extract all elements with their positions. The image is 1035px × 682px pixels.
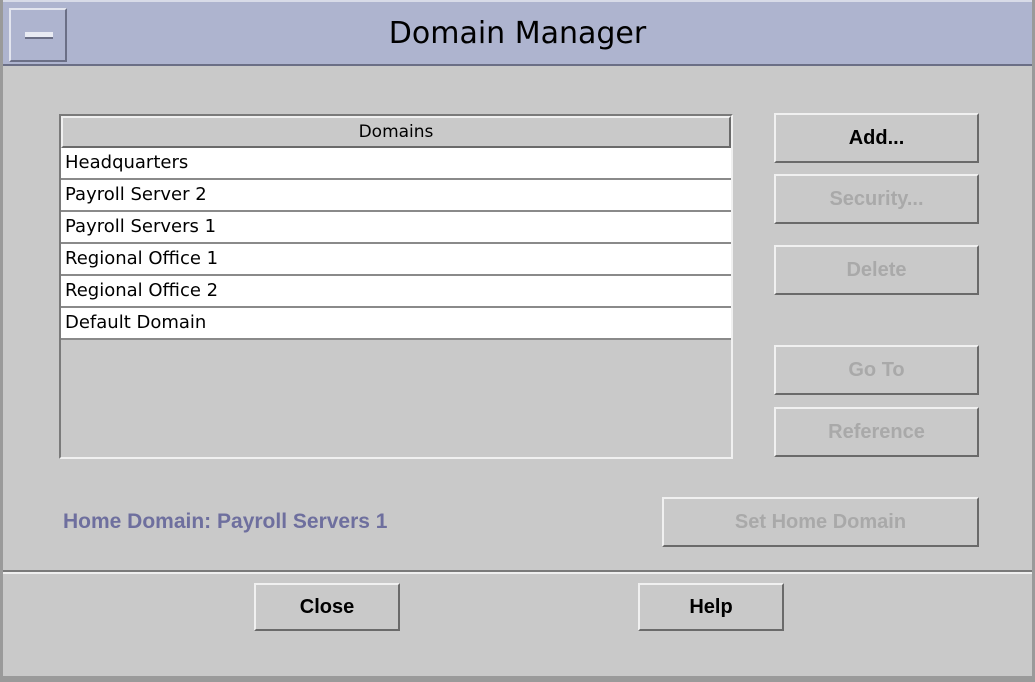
home-domain-label: Home Domain: Payroll Servers 1 bbox=[63, 510, 388, 533]
add-button[interactable]: Add... bbox=[774, 113, 979, 163]
window-frame-bottom bbox=[3, 676, 1032, 682]
list-item[interactable]: Payroll Server 2 bbox=[61, 180, 731, 212]
list-item[interactable]: Default Domain bbox=[61, 308, 731, 340]
close-button[interactable]: Close bbox=[254, 583, 400, 631]
window-menu-button[interactable] bbox=[9, 8, 67, 62]
set-home-domain-button[interactable]: Set Home Domain bbox=[662, 497, 979, 547]
list-item[interactable]: Headquarters bbox=[61, 148, 731, 180]
window-menu-icon bbox=[25, 32, 53, 39]
domains-list[interactable]: Domains Headquarters Payroll Server 2 Pa… bbox=[59, 114, 733, 459]
security-button[interactable]: Security... bbox=[774, 174, 979, 224]
domain-manager-window: Domain Manager Domains Headquarters Payr… bbox=[0, 0, 1035, 682]
list-item[interactable]: Regional Office 2 bbox=[61, 276, 731, 308]
reference-button[interactable]: Reference bbox=[774, 407, 979, 457]
domains-column-header[interactable]: Domains bbox=[61, 116, 731, 148]
list-item[interactable]: Regional Office 1 bbox=[61, 244, 731, 276]
title-bar[interactable]: Domain Manager bbox=[3, 0, 1032, 66]
go-to-button[interactable]: Go To bbox=[774, 345, 979, 395]
delete-button[interactable]: Delete bbox=[774, 245, 979, 295]
domains-rows: Headquarters Payroll Server 2 Payroll Se… bbox=[61, 148, 731, 340]
separator bbox=[3, 570, 1032, 574]
window-title: Domain Manager bbox=[388, 16, 647, 51]
help-button[interactable]: Help bbox=[638, 583, 784, 631]
list-item[interactable]: Payroll Servers 1 bbox=[61, 212, 731, 244]
